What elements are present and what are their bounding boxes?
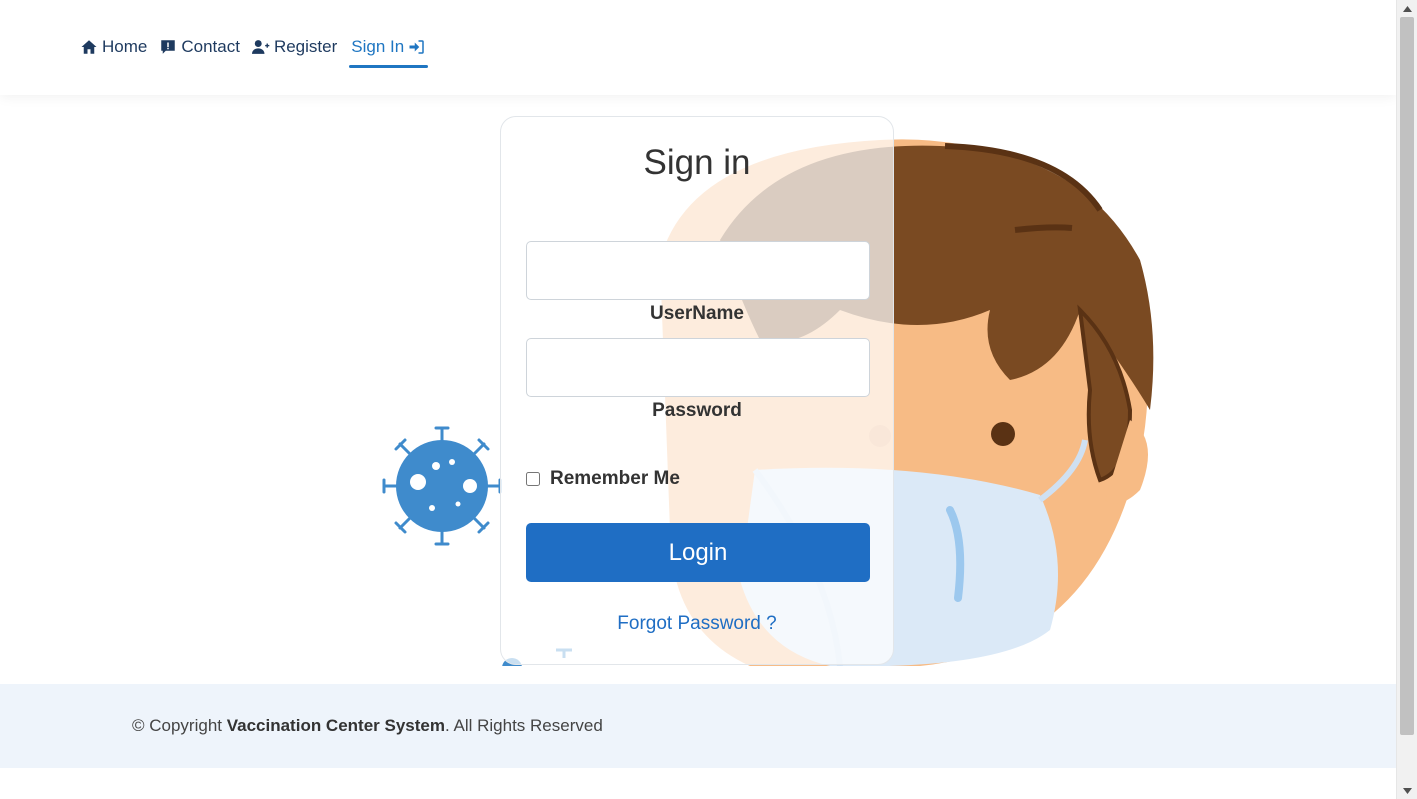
nav-signin-link[interactable]: Sign In bbox=[349, 34, 429, 68]
scroll-down-arrow[interactable] bbox=[1397, 782, 1417, 799]
page-viewport: Home Contact Register Sign In Sign in Us… bbox=[0, 0, 1396, 799]
virus-graphic bbox=[382, 426, 502, 546]
remember-me-label: Remember Me bbox=[550, 468, 680, 489]
page-footer: © Copyright Vaccination Center System. A… bbox=[0, 684, 1396, 768]
login-button[interactable]: Login bbox=[526, 523, 870, 582]
arrow-up-icon bbox=[1403, 5, 1412, 12]
top-navbar: Home Contact Register Sign In bbox=[0, 0, 1396, 95]
forgot-password-link[interactable]: Forgot Password ? bbox=[501, 613, 893, 635]
nav-contact-label: Contact bbox=[181, 37, 240, 56]
arrow-down-icon bbox=[1403, 787, 1412, 794]
nav-home-label: Home bbox=[102, 37, 148, 56]
username-input[interactable] bbox=[526, 241, 870, 300]
nav-signin-label: Sign In bbox=[351, 37, 405, 56]
nav-home-link[interactable]: Home bbox=[80, 34, 147, 60]
contact-icon bbox=[161, 40, 176, 54]
home-icon bbox=[81, 40, 97, 54]
nav-register-label: Register bbox=[273, 37, 338, 56]
vertical-scrollbar[interactable] bbox=[1396, 0, 1417, 799]
password-label: Password bbox=[652, 400, 742, 421]
user-plus-icon bbox=[251, 40, 270, 54]
nav-register-link[interactable]: Register bbox=[251, 34, 338, 60]
remember-me-row[interactable]: Remember Me bbox=[526, 468, 680, 490]
copyright-prefix: © Copyright bbox=[132, 716, 227, 735]
nav-contact-link[interactable]: Contact bbox=[159, 34, 240, 60]
scroll-thumb[interactable] bbox=[1400, 17, 1414, 735]
scroll-up-arrow[interactable] bbox=[1397, 0, 1417, 17]
copyright-brand: Vaccination Center System bbox=[226, 716, 445, 735]
sign-in-icon bbox=[409, 40, 424, 54]
signin-title: Sign in bbox=[643, 143, 751, 182]
remember-me-checkbox[interactable] bbox=[526, 472, 540, 486]
username-label: UserName bbox=[650, 303, 744, 324]
main-nav: Home Contact Register Sign In bbox=[80, 34, 440, 68]
password-input[interactable] bbox=[526, 338, 870, 397]
copyright-suffix: . All Rights Reserved bbox=[445, 716, 603, 735]
signin-card: Sign in UserName Password Remember Me Lo… bbox=[500, 116, 894, 665]
copyright-text: © Copyright Vaccination Center System. A… bbox=[132, 716, 603, 736]
